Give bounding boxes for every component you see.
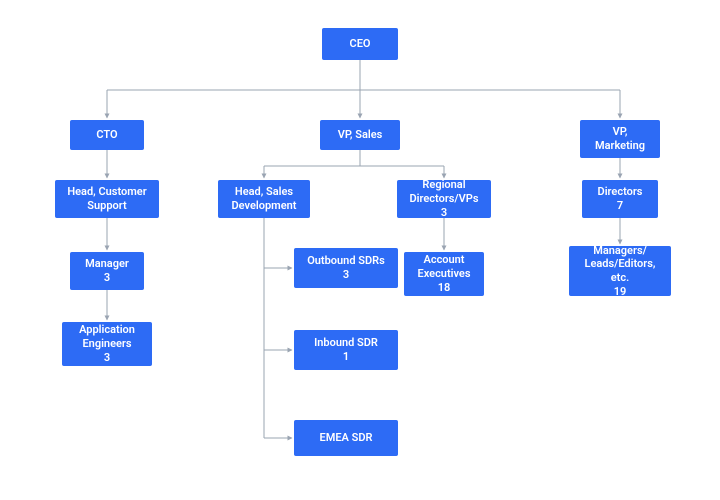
node-cto: CTO [70,120,144,150]
node-count: 7 [617,199,623,212]
node-label: Managers/ Leads/Editors, etc. [585,244,656,285]
node-count: 18 [438,281,451,294]
node-inbound: Inbound SDR 1 [294,330,398,370]
node-emea: EMEA SDR [294,420,398,456]
node-label: Directors [598,185,643,198]
node-label: Manager [85,257,129,270]
node-label: Head, Sales Development [226,185,302,213]
node-label: CTO [96,128,117,142]
node-count: 3 [343,268,349,281]
node-label: VP, Sales [338,128,383,142]
node-vp-marketing: VP, Marketing [580,120,660,158]
node-count: 1 [343,350,349,363]
node-label: Inbound SDR [314,336,378,349]
node-label: Outbound SDRs [307,254,385,267]
node-vp-sales: VP, Sales [320,120,400,150]
node-label: VP, Marketing [588,125,652,153]
node-ae: Account Executives 18 [404,252,484,296]
node-label: EMEA SDR [320,431,373,445]
node-label: Regional Directors/VPs [410,178,479,205]
node-label: CEO [350,37,371,51]
node-managers-leads: Managers/ Leads/Editors, etc. 19 [569,246,671,296]
node-outbound: Outbound SDRs 3 [294,248,398,288]
node-directors: Directors 7 [582,180,658,218]
node-head-support: Head, Customer Support [55,180,159,218]
node-count: 3 [104,351,110,364]
node-label: Application Engineers [79,323,135,350]
node-app-eng: Application Engineers 3 [62,322,152,366]
node-label: Head, Customer Support [63,185,151,213]
node-count: 19 [614,285,627,298]
node-label: Account Executives [417,253,470,280]
node-ceo: CEO [322,28,398,60]
node-count: 3 [104,271,110,284]
node-head-salesdev: Head, Sales Development [218,180,310,218]
node-regional: Regional Directors/VPs 3 [397,180,491,218]
node-count: 3 [441,206,447,219]
node-manager: Manager 3 [70,252,144,290]
